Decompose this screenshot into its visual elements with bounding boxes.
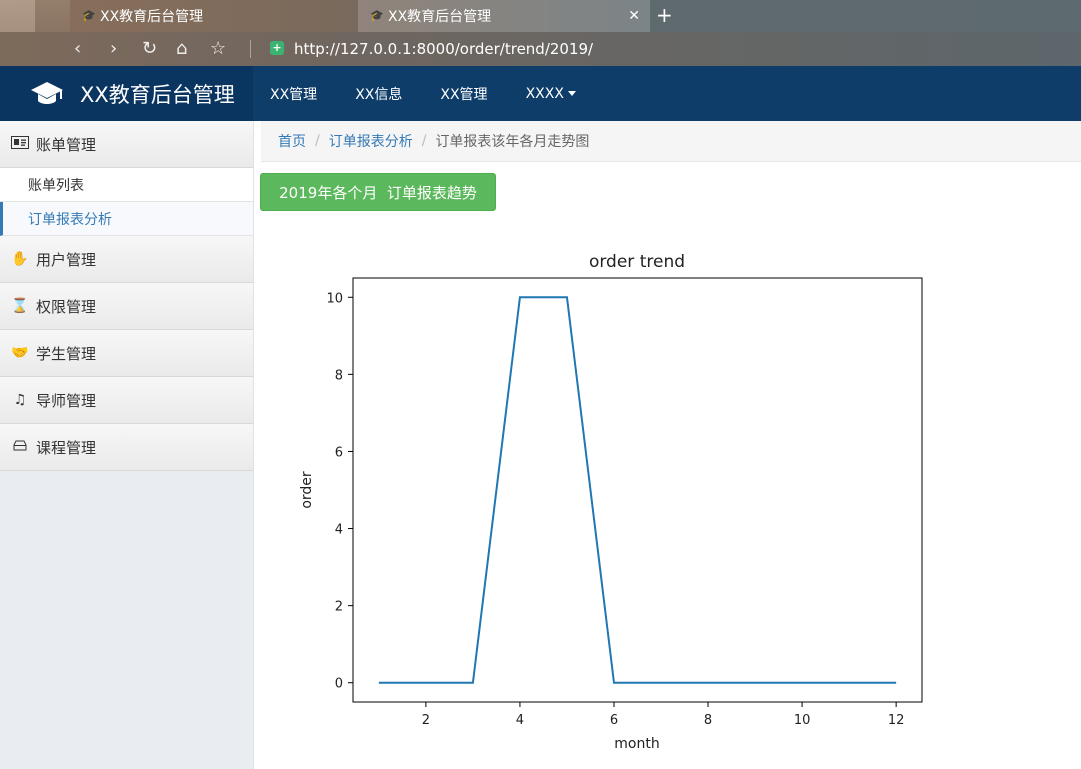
home-icon[interactable]: ⌂: [176, 37, 187, 61]
tab-title: XX教育后台管理: [100, 9, 204, 25]
sidebar-group-label: 权限管理: [36, 297, 97, 316]
top-nav: XX管理 XX信息 XX管理 XXXX: [270, 66, 614, 121]
ear-icon: ♫: [13, 392, 27, 408]
sidebar-item-label: 订单报表分析: [28, 211, 112, 228]
new-tab-icon[interactable]: +: [656, 4, 673, 26]
sidebar-group-students[interactable]: 🤝 学生管理: [0, 330, 253, 377]
sidebar-group-billing[interactable]: 账单管理: [0, 121, 253, 168]
handshake-icon: 🤝: [11, 345, 29, 361]
nav-dropdown-label: XXXX: [525, 85, 564, 102]
caret-down-icon: [567, 91, 576, 96]
nav-item[interactable]: XX管理: [440, 84, 487, 104]
y-axis-label: order: [299, 471, 315, 509]
x-axis-label: month: [614, 736, 659, 752]
sidebar-group-permissions[interactable]: ⌛ 权限管理: [0, 283, 253, 330]
sidebar-group-label: 学生管理: [36, 344, 97, 363]
id-card-icon: [10, 135, 30, 153]
reload-icon[interactable]: ↻: [142, 37, 157, 61]
close-tab-icon[interactable]: ✕: [628, 8, 640, 24]
plot-frame: [352, 277, 923, 703]
breadcrumb-separator: /: [315, 133, 320, 149]
y-axis-ticks: 0 2 4 6 8 10: [326, 291, 353, 692]
hourglass-icon: ⌛: [11, 298, 29, 314]
sidebar-group-label: 导师管理: [36, 391, 97, 410]
order-trend-chart: order trend 2 4 6 8 10 12 0 2 4 6 8 10 month order: [292, 243, 952, 763]
graduation-cap-icon: 🎓: [82, 9, 96, 22]
nav-dropdown[interactable]: XXXX: [526, 86, 576, 102]
hdd-icon: [10, 439, 30, 455]
app-header: XX教育后台管理 XX管理 XX信息 XX管理 XXXX: [0, 66, 1081, 121]
browser-address-bar: ‹ › ↻ ⌂ ☆ + http://127.0.0.1:8000/order/…: [0, 32, 1081, 66]
sidebar: 账单管理 账单列表 订单报表分析 ✋ 用户管理 ⌛ 权限管理 🤝 学生管理 ♫ …: [0, 121, 254, 769]
hand-icon: ✋: [11, 251, 29, 267]
y-tick-label: 2: [335, 600, 343, 615]
brand[interactable]: XX教育后台管理: [0, 66, 253, 121]
sidebar-item-label: 账单列表: [28, 177, 84, 194]
x-tick-label: 8: [704, 713, 712, 728]
breadcrumb-separator: /: [421, 133, 427, 149]
chart-title: order trend: [589, 252, 685, 272]
sidebar-group-tutors[interactable]: ♫ 导师管理: [0, 377, 253, 424]
nav-item[interactable]: XX信息: [355, 84, 402, 104]
breadcrumb-order-report[interactable]: 订单报表分析: [329, 131, 413, 151]
sidebar-group-label: 用户管理: [36, 250, 97, 269]
x-tick-label: 10: [794, 713, 811, 728]
x-tick-label: 6: [610, 713, 618, 728]
y-tick-label: 8: [335, 368, 343, 383]
url-field[interactable]: http://127.0.0.1:8000/order/trend/2019/: [294, 40, 593, 58]
x-tick-label: 4: [516, 713, 524, 728]
graduation-cap-icon: 🎓: [370, 9, 384, 22]
breadcrumb: 首页 / 订单报表分析 / 订单报表该年各月走势图: [261, 121, 1081, 162]
brand-title: XX教育后台管理: [80, 82, 235, 107]
y-tick-label: 0: [335, 677, 343, 692]
bookmark-star-icon[interactable]: ☆: [210, 37, 226, 61]
divider: [250, 40, 251, 58]
breadcrumb-home[interactable]: 首页: [278, 131, 306, 151]
chart-svg: order trend 2 4 6 8 10 12 0 2 4 6 8 10 month order: [299, 252, 923, 752]
sidebar-group-courses[interactable]: 课程管理: [0, 424, 253, 471]
y-tick-label: 6: [335, 445, 343, 460]
x-axis-ticks: 2 4 6 8 10 12: [422, 702, 905, 728]
graduation-cap-icon: [30, 77, 64, 111]
browser-tab-bar: 🎓 XX教育后台管理 🎓 XX教育后台管理 ✕ +: [0, 0, 1081, 64]
tab-title: XX教育后台管理: [388, 9, 492, 25]
secure-shield-icon: +: [270, 41, 284, 55]
sidebar-item-order-report[interactable]: 订单报表分析: [0, 202, 253, 236]
sidebar-group-label: 课程管理: [36, 438, 97, 457]
forward-icon[interactable]: ›: [110, 37, 117, 61]
sidebar-group-label: 账单管理: [36, 135, 97, 154]
series-line: [378, 296, 897, 684]
report-title-button[interactable]: 2019年各个月 订单报表趋势: [260, 173, 496, 211]
browser-tab-active[interactable]: 🎓 XX教育后台管理 ✕: [358, 0, 650, 32]
x-tick-label: 12: [888, 713, 905, 728]
nav-item[interactable]: XX管理: [270, 84, 317, 104]
sidebar-item-bill-list[interactable]: 账单列表: [0, 168, 253, 202]
browser-tab[interactable]: 🎓 XX教育后台管理: [70, 0, 356, 32]
x-tick-label: 2: [422, 713, 430, 728]
y-tick-label: 10: [326, 291, 343, 306]
y-tick-label: 4: [335, 523, 343, 538]
sidebar-group-users[interactable]: ✋ 用户管理: [0, 236, 253, 283]
series-group: [378, 296, 897, 684]
back-icon[interactable]: ‹: [74, 37, 81, 61]
breadcrumb-current: 订单报表该年各月走势图: [435, 134, 590, 150]
